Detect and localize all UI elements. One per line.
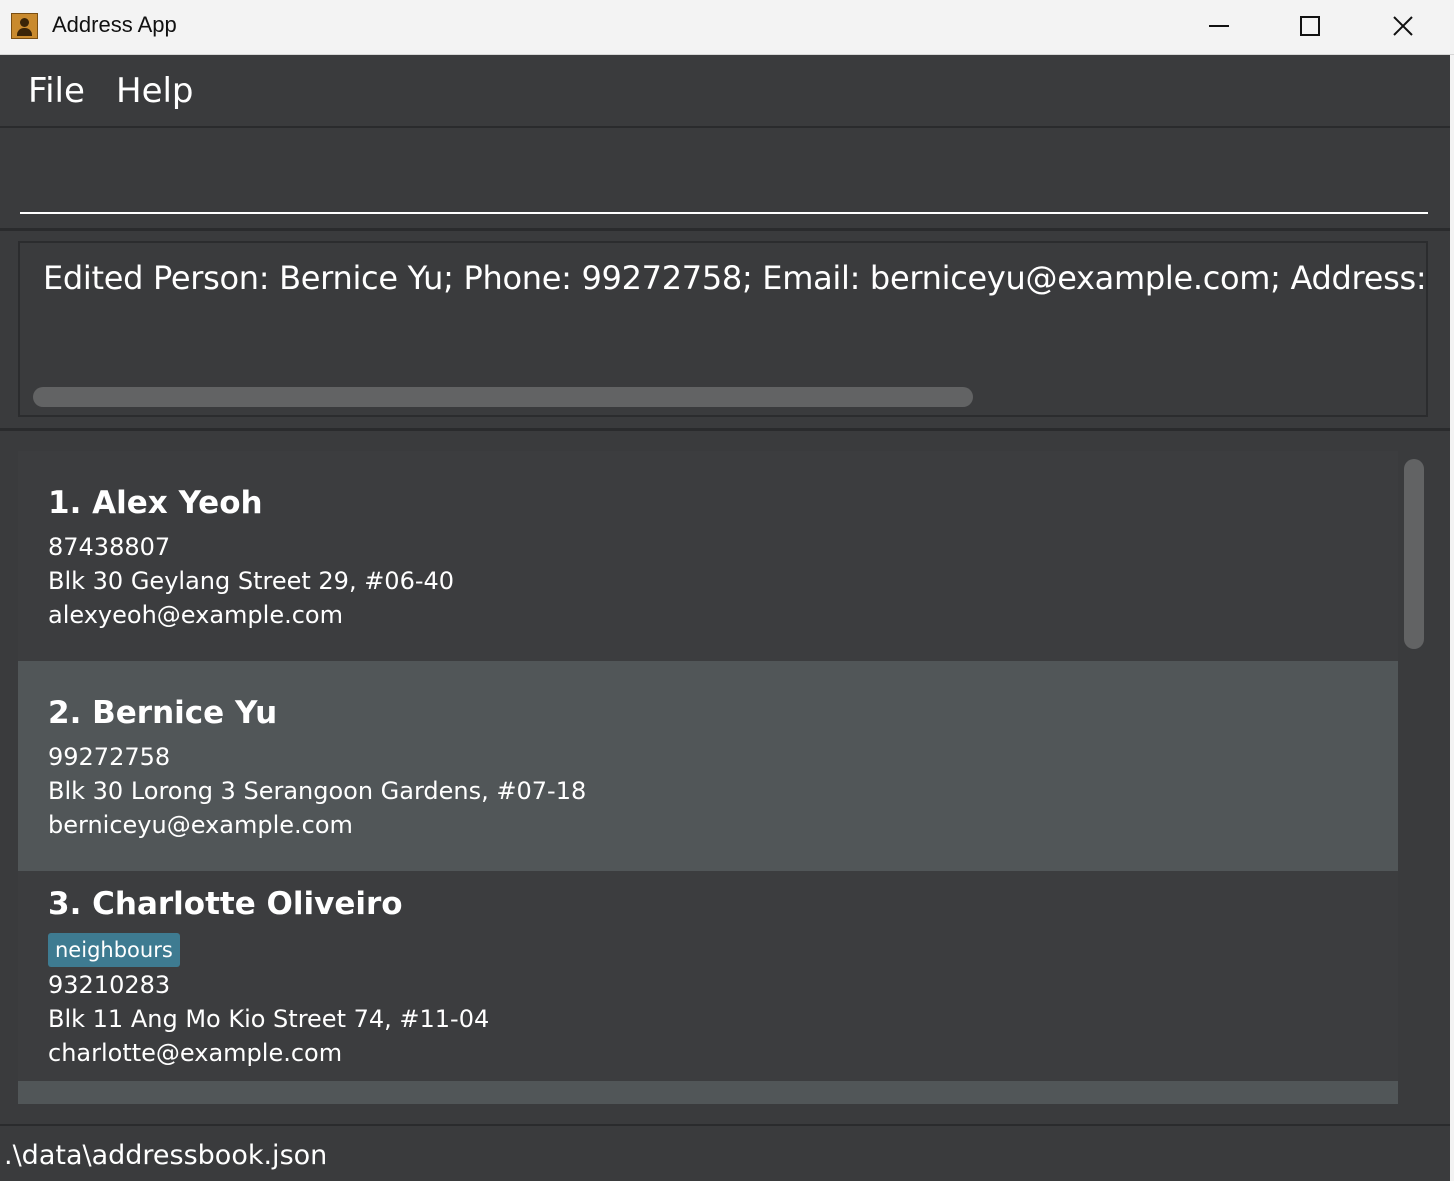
- person-address: Blk 11 Ang Mo Kio Street 74, #11-04: [48, 1005, 490, 1033]
- person-name: 3. Charlotte Oliveiro: [48, 886, 403, 922]
- person-address: Blk 30 Geylang Street 29, #06-40: [48, 567, 455, 595]
- minimize-icon: [1209, 25, 1229, 27]
- save-location: .\data\addressbook.json: [4, 1140, 328, 1171]
- address-book-icon: [11, 13, 38, 39]
- person-phone: 87438807: [48, 533, 171, 561]
- person-card-selected[interactable]: 2. Bernice Yu 99272758 Blk 30 Lorong 3 S…: [18, 661, 1398, 871]
- person-card-partial[interactable]: [18, 1081, 1398, 1104]
- close-icon: [1393, 16, 1413, 36]
- result-horizontal-scrollbar[interactable]: [33, 387, 973, 407]
- menu-help[interactable]: Help: [116, 71, 194, 111]
- command-input[interactable]: [20, 138, 1428, 214]
- maximize-button[interactable]: [1265, 0, 1355, 54]
- minimize-button[interactable]: [1174, 0, 1264, 54]
- person-card[interactable]: 3. Charlotte Oliveiro neighbours 9321028…: [18, 871, 1398, 1081]
- menu-bar: File Help: [0, 55, 1454, 128]
- person-card[interactable]: 1. Alex Yeoh 87438807 Blk 30 Geylang Str…: [18, 451, 1398, 661]
- person-name: 1. Alex Yeoh: [48, 485, 263, 521]
- list-scrollbar-thumb[interactable]: [1404, 459, 1424, 649]
- tag-badge: neighbours: [48, 933, 180, 967]
- person-list: 1. Alex Yeoh 87438807 Blk 30 Geylang Str…: [18, 451, 1398, 1104]
- person-email: charlotte@example.com: [48, 1039, 343, 1067]
- result-text: Edited Person: Bernice Yu; Phone: 992727…: [43, 259, 1427, 297]
- person-email: alexyeoh@example.com: [48, 601, 343, 629]
- result-display: Edited Person: Bernice Yu; Phone: 992727…: [18, 241, 1428, 417]
- menu-file[interactable]: File: [28, 71, 85, 111]
- close-button[interactable]: [1358, 0, 1448, 54]
- maximize-icon: [1300, 16, 1320, 36]
- title-bar: Address App: [0, 0, 1454, 55]
- person-name: 2. Bernice Yu: [48, 695, 278, 731]
- divider: [0, 428, 1454, 431]
- person-phone: 93210283: [48, 971, 171, 999]
- person-address: Blk 30 Lorong 3 Serangoon Gardens, #07-1…: [48, 777, 587, 805]
- command-box: [0, 128, 1454, 231]
- window-edge: [1450, 55, 1454, 1181]
- status-bar: .\data\addressbook.json: [0, 1124, 1454, 1181]
- person-email: berniceyu@example.com: [48, 811, 353, 839]
- window-title: Address App: [52, 12, 177, 37]
- person-phone: 99272758: [48, 743, 171, 771]
